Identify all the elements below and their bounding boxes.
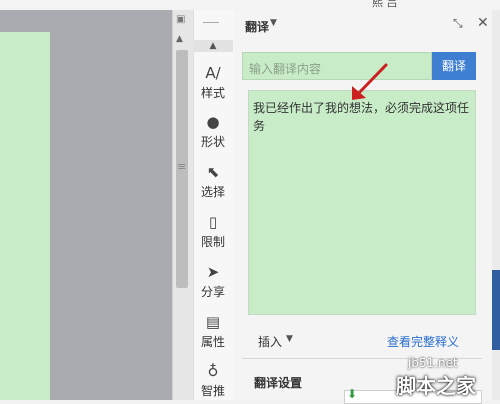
tool-shape[interactable]: ● 形状: [193, 113, 233, 150]
tool-smart-label: 智推: [200, 384, 225, 398]
tool-shape-label: 形状: [200, 135, 225, 149]
watermark-name: 脚本之家: [396, 374, 476, 398]
tool-restrict-label: 限制: [200, 235, 225, 249]
select-icon: ⬉: [206, 163, 220, 181]
shape-icon: ●: [206, 113, 220, 131]
share-icon: ➤: [206, 263, 220, 281]
tool-properties-label: 属性: [200, 335, 225, 349]
panel-toggle-icon[interactable]: ▣: [176, 14, 185, 25]
watermark-site: jb51.net: [408, 356, 458, 370]
tool-restrict[interactable]: ▯ 限制: [193, 213, 233, 250]
resize-grip-icon[interactable]: ≡: [177, 160, 186, 173]
tool-smart[interactable]: ♁ 智推: [193, 362, 233, 399]
panel-title[interactable]: 翻译: [245, 18, 269, 35]
translate-button[interactable]: 翻译: [432, 52, 476, 80]
red-arrow-icon: [352, 63, 388, 100]
insert-button[interactable]: 插入: [258, 333, 282, 350]
tool-share-label: 分享: [200, 285, 225, 299]
view-full-definition-link[interactable]: 查看完整释义: [387, 333, 459, 350]
download-icon[interactable]: ⬇: [347, 387, 357, 401]
tool-properties[interactable]: ▤ 属性: [193, 313, 233, 350]
right-accent-bar: [492, 270, 500, 350]
smart-icon: ♁: [207, 362, 219, 380]
properties-icon: ▤: [205, 313, 221, 331]
insert-chevron-down-icon[interactable]: ▼: [286, 334, 293, 344]
document-page[interactable]: [0, 32, 50, 400]
toolbar-fragment: 熙 吕: [372, 0, 398, 9]
panel-handle: [203, 22, 219, 23]
tool-select[interactable]: ⬉ 选择: [193, 163, 233, 200]
translate-input-placeholder: 输入翻译内容: [249, 62, 322, 76]
chevron-down-icon[interactable]: ▼: [270, 18, 277, 28]
close-icon[interactable]: ✕: [477, 15, 489, 31]
translate-settings-title: 翻译设置: [254, 376, 303, 390]
pin-icon[interactable]: ⤡: [453, 16, 463, 31]
collapse-up-button[interactable]: ▲: [193, 40, 233, 52]
tool-style-label: 样式: [200, 86, 225, 100]
style-icon: A/: [205, 64, 221, 82]
scroll-up-arrow-icon[interactable]: ▲: [176, 34, 183, 44]
tool-style[interactable]: A/ 样式: [193, 64, 233, 101]
tool-select-label: 选择: [200, 185, 225, 199]
tool-share[interactable]: ➤ 分享: [193, 263, 233, 300]
translation-output-text: 我已经作出了我的想法，必须完成这项任务: [253, 101, 470, 133]
restrict-icon: ▯: [208, 213, 218, 231]
